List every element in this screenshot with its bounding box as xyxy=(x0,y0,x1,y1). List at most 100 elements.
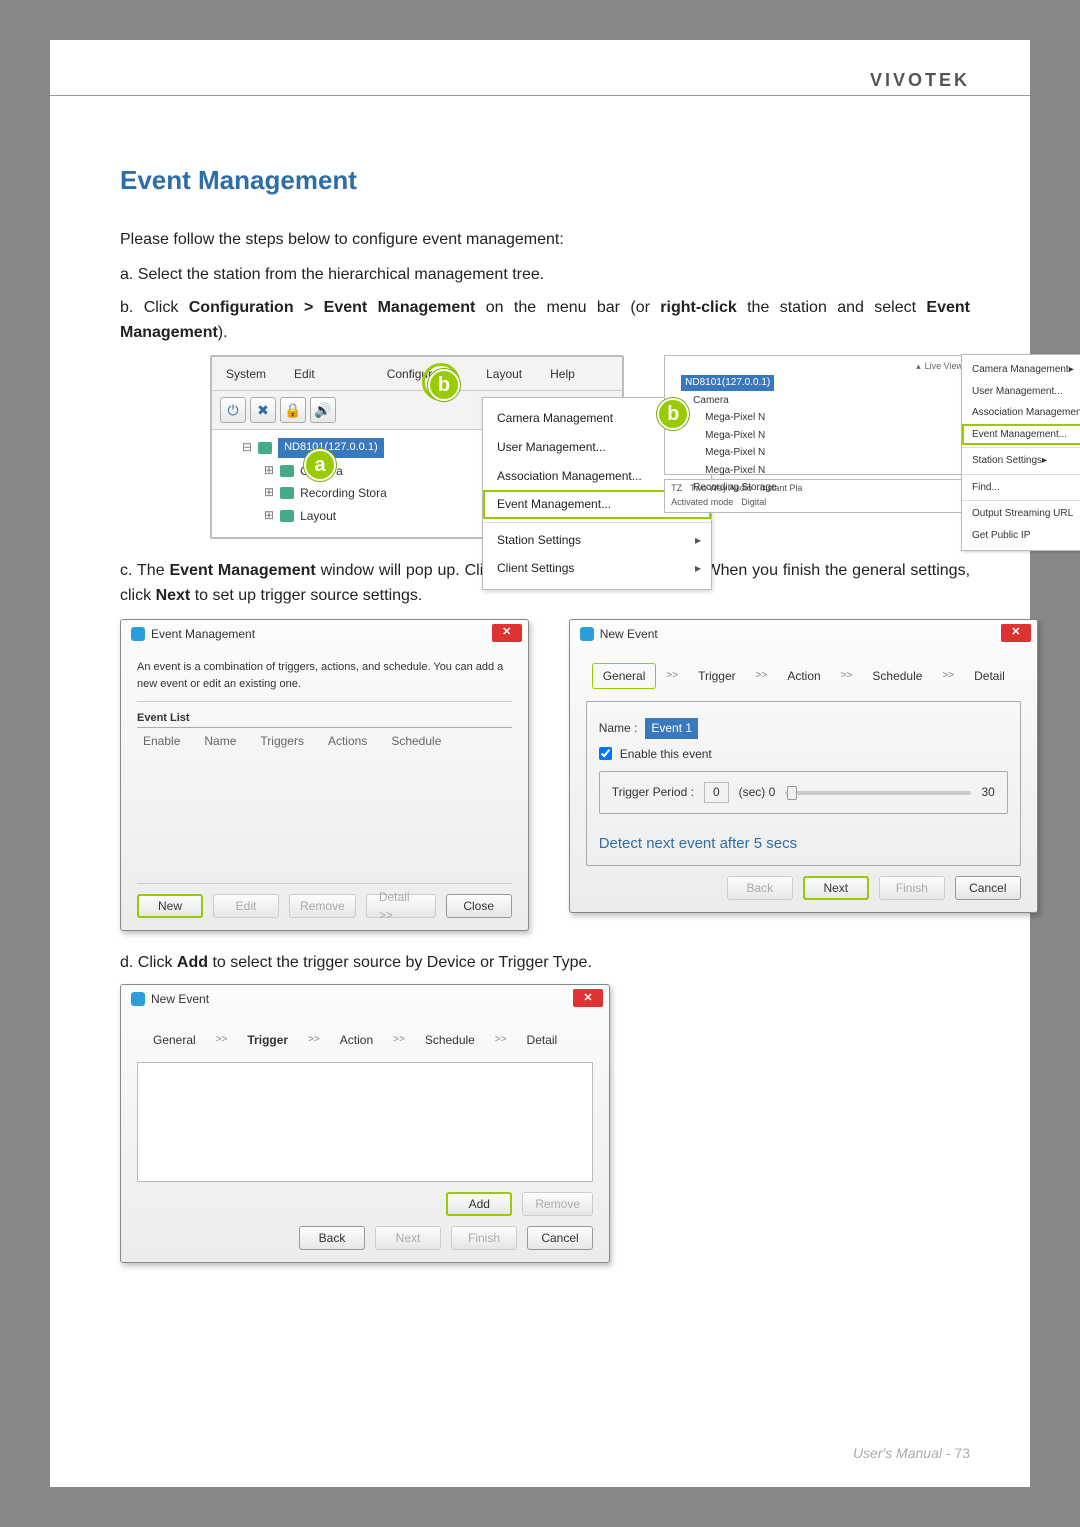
close-button[interactable]: ✕ xyxy=(1001,624,1031,642)
submenu-arrow-icon: ▸ xyxy=(1042,455,1047,466)
menu-system[interactable]: System xyxy=(212,359,280,390)
expand-icon[interactable]: ⊞ xyxy=(264,462,274,481)
lock-icon[interactable]: 🔒 xyxy=(280,397,306,423)
add-button[interactable]: Add xyxy=(446,1192,512,1216)
ctx-item-camera-management[interactable]: Camera Management▸ xyxy=(962,359,1080,381)
collapse-icon[interactable]: ⊟ xyxy=(242,439,252,458)
folder-icon xyxy=(280,465,294,477)
menu-edit[interactable]: Edit xyxy=(280,359,329,390)
ctx-station[interactable]: ND8101(127.0.0.1) xyxy=(681,375,774,391)
expand-icon[interactable]: ⊞ xyxy=(264,484,274,503)
menu-help[interactable]: Help xyxy=(536,359,589,390)
ctx-item-event-management[interactable]: Event Management... xyxy=(962,424,1080,446)
ctx-cam2[interactable]: Mega-Pixel N xyxy=(671,427,963,445)
back-button[interactable]: Back xyxy=(299,1226,365,1250)
ctx-item-user-management[interactable]: User Management... xyxy=(962,381,1080,403)
bold-text: Add xyxy=(177,954,208,971)
edit-button[interactable]: Edit xyxy=(213,894,279,918)
tab-action[interactable]: Action xyxy=(777,664,830,689)
col-name: Name xyxy=(204,732,236,751)
audio-icon[interactable]: 🔊 xyxy=(310,397,336,423)
folder-icon xyxy=(280,510,294,522)
trigger-period-slider[interactable] xyxy=(785,791,971,795)
menu-item-client-settings[interactable]: Client Settings▸ xyxy=(483,554,711,583)
tab-general[interactable]: General xyxy=(143,1028,206,1053)
tab-schedule[interactable]: Schedule xyxy=(862,664,932,689)
close-button[interactable]: ✕ xyxy=(492,624,522,642)
ctx-item-stream-url[interactable]: Output Streaming URL xyxy=(962,503,1080,525)
name-input[interactable]: Event 1 xyxy=(645,718,698,739)
trigger-period-value: 0 xyxy=(704,782,729,803)
ctx-item-station-settings[interactable]: Station Settings▸ xyxy=(962,450,1080,472)
tab-action[interactable]: Action xyxy=(330,1028,383,1053)
tab-detail[interactable]: Detail xyxy=(517,1028,568,1053)
table-header: Enable Name Triggers Actions Schedule xyxy=(137,727,512,755)
ctx-cam1[interactable]: Mega-Pixel N xyxy=(671,409,963,427)
detail-button[interactable]: Detail >> xyxy=(366,894,436,918)
ctx-item-public-ip[interactable]: Get Public IP xyxy=(962,525,1080,547)
close-button[interactable]: ✕ xyxy=(573,989,603,1007)
brand: VIVOTEK xyxy=(870,70,970,91)
menu-layout[interactable]: Layout xyxy=(472,359,536,390)
close-dialog-button[interactable]: Close xyxy=(446,894,512,918)
tab-trigger[interactable]: Trigger xyxy=(237,1028,298,1053)
text: to set up trigger source settings. xyxy=(190,587,422,604)
submenu-arrow-icon: ▸ xyxy=(695,531,701,550)
trigger-period-label: Trigger Period : xyxy=(612,783,694,802)
ctx-camera[interactable]: Camera xyxy=(671,392,963,410)
folder-icon xyxy=(280,487,294,499)
step-b: b. Click Configuration > Event Managemen… xyxy=(120,296,970,346)
remove-button[interactable]: Remove xyxy=(522,1192,593,1216)
slider-max: 30 xyxy=(981,783,994,802)
ctx-cam4[interactable]: Mega-Pixel N xyxy=(671,462,963,480)
next-button[interactable]: Next xyxy=(803,876,869,900)
tab-schedule[interactable]: Schedule xyxy=(415,1028,485,1053)
close-icon[interactable]: ✖ xyxy=(250,397,276,423)
figure-row-1: System Edit Configuration Layout Help ⏻ … xyxy=(120,355,970,539)
col-enable: Enable xyxy=(143,732,180,751)
bold-text: Configuration > Event Management xyxy=(189,299,476,316)
enable-checkbox[interactable] xyxy=(599,747,612,760)
text: the station and select xyxy=(737,299,927,316)
tab-general[interactable]: General xyxy=(592,663,657,690)
remove-button[interactable]: Remove xyxy=(289,894,356,918)
context-tree: ▴Live View ND8101(127.0.0.1) Camera Mega… xyxy=(664,355,970,475)
dialog-description: An event is a combination of triggers, a… xyxy=(137,659,512,693)
dialog-titlebar: New Event xyxy=(121,985,609,1014)
menu-item-station-settings[interactable]: Station Settings▸ xyxy=(483,526,711,555)
finish-button[interactable]: Finish xyxy=(451,1226,517,1250)
event-list-label: Event List xyxy=(137,712,190,724)
slider-handle[interactable] xyxy=(787,786,797,800)
finish-button[interactable]: Finish xyxy=(879,876,945,900)
power-icon[interactable]: ⏻ xyxy=(220,397,246,423)
tab-trigger[interactable]: Trigger xyxy=(688,664,746,689)
bold-text: Next xyxy=(156,587,191,604)
expand-icon[interactable]: ⊞ xyxy=(264,507,274,526)
ctx-item-find[interactable]: Find... xyxy=(962,477,1080,499)
tab-detail[interactable]: Detail xyxy=(964,664,1015,689)
bold-text: Event Management xyxy=(169,562,315,579)
ctx-rec[interactable]: Recording Storage xyxy=(671,479,963,497)
trigger-period-unit: (sec) 0 xyxy=(739,783,776,802)
text: ). xyxy=(218,324,228,341)
dialog-titlebar: New Event xyxy=(570,620,1037,649)
dialog-title: New Event xyxy=(600,625,658,644)
dialog-title: New Event xyxy=(151,990,209,1009)
app-icon xyxy=(580,627,594,641)
ctx-item-association-management[interactable]: Association Management... xyxy=(962,402,1080,424)
dialog-title: Event Management xyxy=(151,625,255,644)
new-button[interactable]: New xyxy=(137,894,203,918)
text: window will pop up. Click xyxy=(316,562,504,579)
cancel-button[interactable]: Cancel xyxy=(527,1226,593,1250)
event-list-area xyxy=(137,754,512,884)
menubar-figure: System Edit Configuration Layout Help ⏻ … xyxy=(210,355,624,539)
next-button[interactable]: Next xyxy=(375,1226,441,1250)
back-button[interactable]: Back xyxy=(727,876,793,900)
cancel-button[interactable]: Cancel xyxy=(955,876,1021,900)
menubar: System Edit Configuration Layout Help xyxy=(212,357,622,391)
ctx-cam3[interactable]: Mega-Pixel N xyxy=(671,444,963,462)
event-management-dialog: Event Management ✕ An event is a combina… xyxy=(120,619,529,931)
trigger-list[interactable] xyxy=(137,1062,593,1182)
text: to select the trigger source by Device o… xyxy=(208,954,592,971)
text: c. The xyxy=(120,562,169,579)
